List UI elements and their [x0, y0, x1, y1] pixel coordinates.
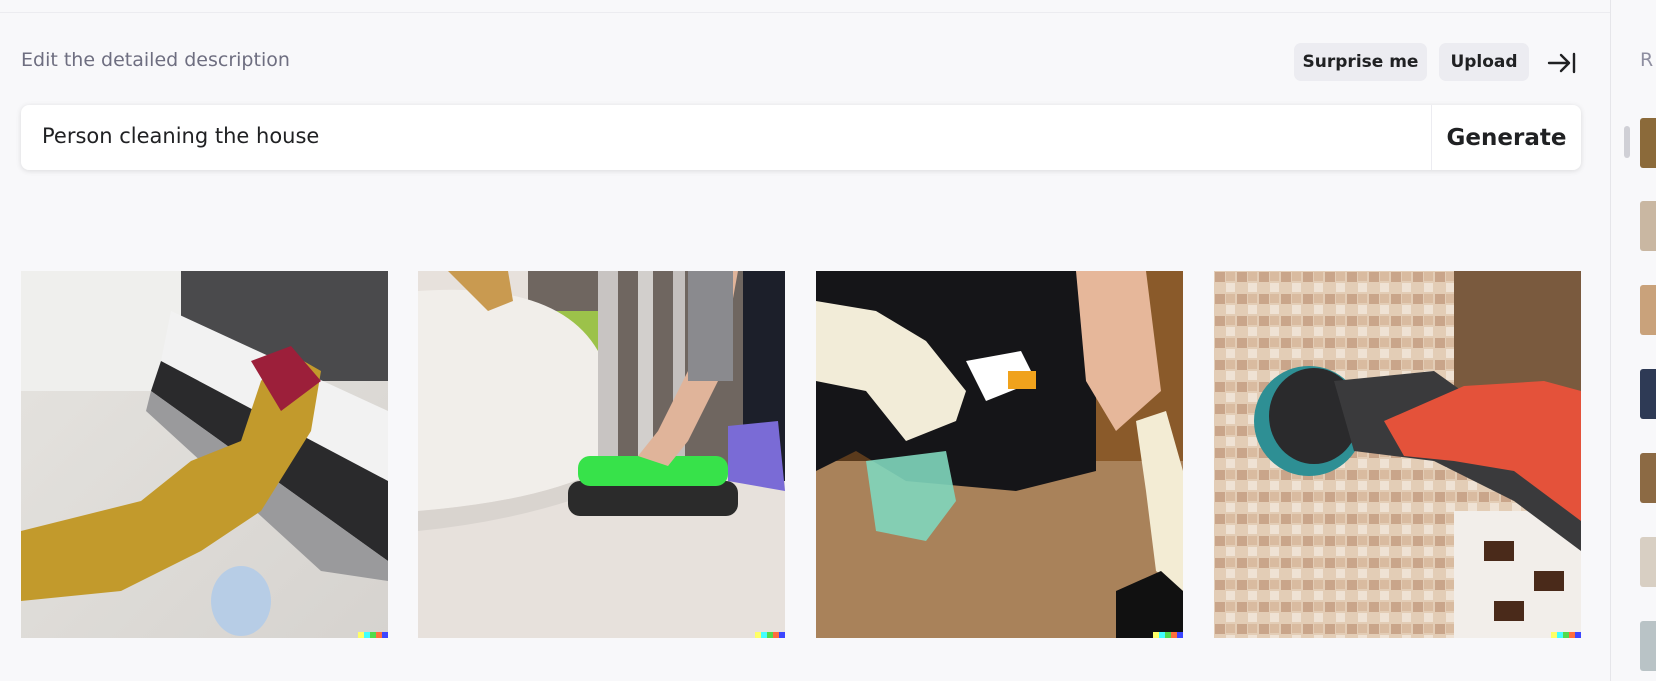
history-title: R [1640, 49, 1654, 71]
history-thumbnail[interactable] [1640, 201, 1656, 251]
description-label: Edit the detailed description [21, 49, 290, 71]
watermark-strip [1551, 632, 1581, 638]
prompt-bar: Person cleaning the house Generate [21, 105, 1581, 170]
prompt-input[interactable]: Person cleaning the house [42, 124, 319, 148]
history-scrollbar[interactable] [1624, 126, 1630, 158]
top-divider [0, 12, 1610, 13]
watermark-strip [755, 632, 785, 638]
history-thumbnail[interactable] [1640, 621, 1656, 671]
history-thumbnail[interactable] [1640, 453, 1656, 503]
generate-button[interactable]: Generate [1432, 105, 1581, 170]
watermark-strip [358, 632, 388, 638]
history-thumbnail[interactable] [1640, 285, 1656, 335]
watermark-strip [1153, 632, 1183, 638]
result-image-1[interactable] [21, 271, 388, 638]
surprise-me-button[interactable]: Surprise me [1294, 43, 1427, 81]
result-image-4[interactable] [1214, 271, 1581, 638]
history-thumbnail[interactable] [1640, 118, 1656, 168]
result-image-2[interactable] [418, 271, 785, 638]
result-image-3[interactable] [816, 271, 1183, 638]
sidebar-divider [1610, 0, 1611, 681]
history-thumbnail[interactable] [1640, 537, 1656, 587]
history-thumbnail[interactable] [1640, 369, 1656, 419]
collapse-sidebar-icon[interactable] [1547, 50, 1577, 76]
upload-button[interactable]: Upload [1439, 43, 1529, 81]
